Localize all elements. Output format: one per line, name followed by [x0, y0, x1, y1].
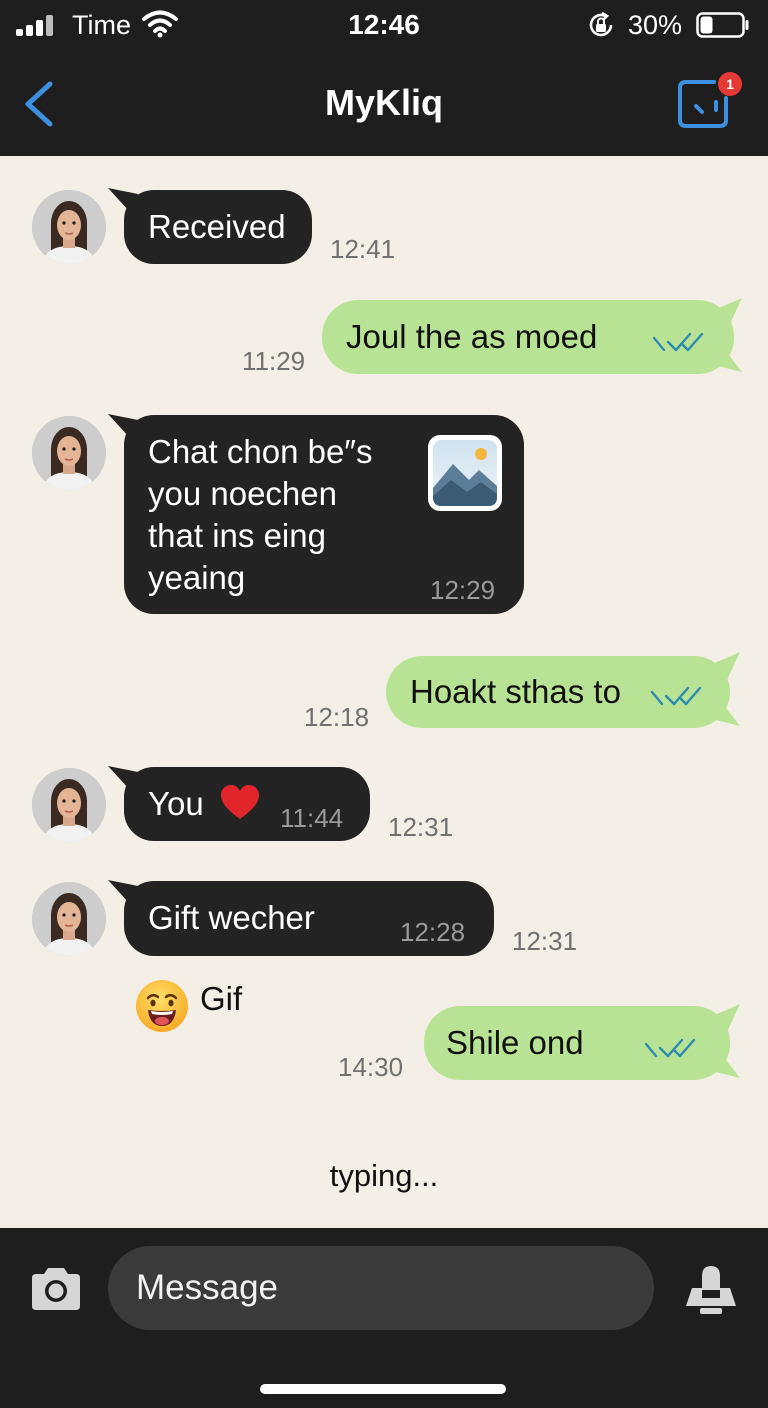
message-text-line: you noechen [148, 475, 337, 512]
read-receipt-icon [644, 1038, 696, 1058]
message-time: 12:41 [330, 234, 396, 264]
message-text-line: Chat chon be″s [148, 433, 373, 470]
bubble-tail [710, 298, 742, 372]
chat-title: MyKliq [324, 82, 443, 123]
battery-icon [696, 12, 749, 38]
avatar[interactable] [32, 882, 106, 956]
camera-icon[interactable] [28, 1264, 84, 1312]
message-bubble-outgoing[interactable]: Hoakt sthas to [386, 656, 730, 728]
heart-icon [221, 785, 259, 819]
message-text: Shile ond [446, 1024, 584, 1061]
message-text: Gift wecher [148, 899, 315, 936]
image-icon [433, 440, 497, 506]
chat-header: MyKliq 1 [0, 52, 768, 156]
message-text-line: yeaing [148, 559, 246, 596]
gif-label: Gif [200, 980, 243, 1017]
avatar[interactable] [32, 416, 106, 490]
avatar[interactable] [32, 768, 106, 842]
message-time: 12:18 [304, 702, 370, 732]
message-composer [0, 1228, 768, 1408]
read-receipt-icon [652, 332, 704, 352]
message-inner-time: 12:28 [400, 917, 466, 947]
message-time: 12:31 [512, 926, 578, 956]
message-input[interactable] [108, 1246, 654, 1330]
message-inner-time: 11:44 [280, 803, 344, 833]
microphone-icon[interactable] [682, 1262, 740, 1318]
message-text: Received [148, 208, 286, 245]
message-bubble-incoming[interactable]: Gift wecher 12:28 [124, 881, 494, 956]
message-bubble-incoming[interactable]: Received [124, 190, 312, 264]
message-list: Received 12:41 Joul the as moed 11:29 Ch… [0, 156, 768, 1228]
message-bubble-outgoing[interactable]: Shile ond [424, 1006, 730, 1080]
bubble-tail [708, 1004, 740, 1078]
message-text: You [148, 785, 204, 822]
typing-indicator: typing... [329, 1158, 439, 1193]
message-bubble-incoming[interactable]: Chat chon be″s you noechen that ins eing… [124, 415, 524, 614]
rotation-lock-icon [589, 11, 613, 37]
message-time: 12:29 [430, 575, 496, 605]
message-time: 12:31 [388, 812, 454, 842]
message-text-line: that ins eing [148, 517, 326, 554]
notification-badge: 1 [718, 72, 742, 96]
message-text: Hoakt sthas to [410, 673, 621, 710]
message-bubble-outgoing[interactable]: Joul the as moed [322, 300, 734, 374]
home-indicator[interactable] [260, 1384, 506, 1394]
message-bubble-incoming[interactable]: You 11:44 [124, 767, 370, 841]
image-attachment[interactable] [428, 435, 502, 511]
battery-percent: 30% [628, 10, 683, 40]
message-time: 11:29 [242, 346, 306, 376]
message-time: 14:30 [338, 1052, 404, 1082]
status-bar: Time 12:46 30% [0, 0, 768, 52]
read-receipt-icon [650, 686, 702, 706]
message-text: Joul the as moed [346, 318, 598, 355]
avatar[interactable] [32, 190, 106, 264]
bubble-tail [708, 652, 740, 726]
grinning-face-icon[interactable] [134, 978, 190, 1034]
